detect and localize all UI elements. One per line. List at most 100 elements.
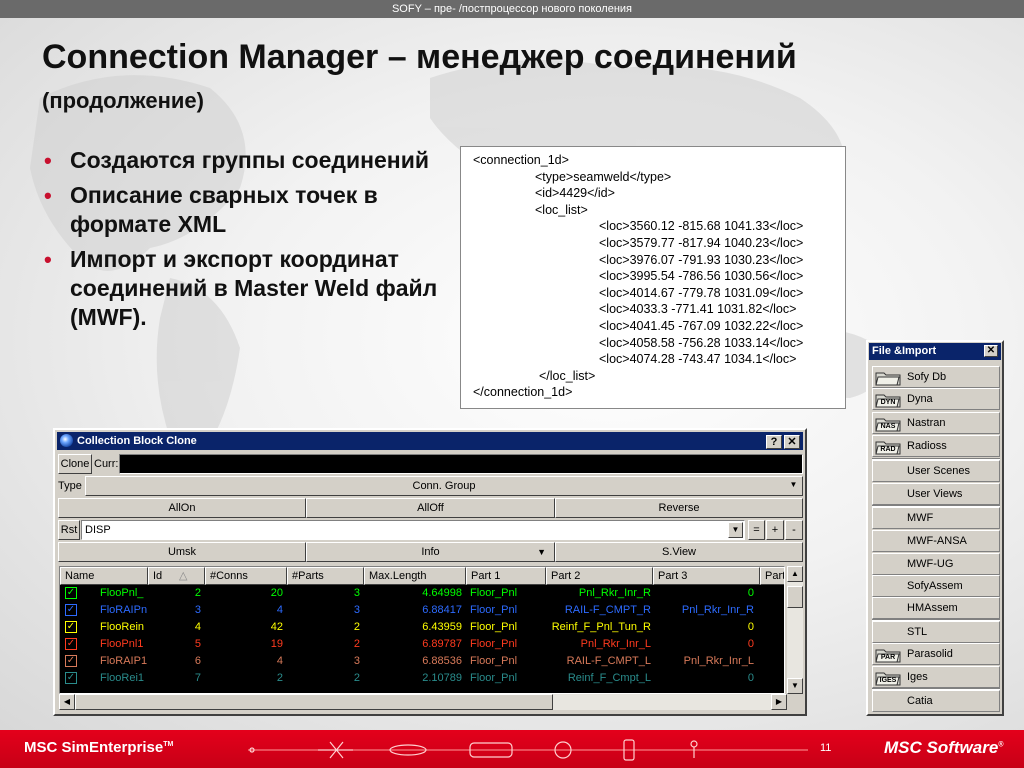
reverse-button[interactable]: Reverse (555, 498, 803, 518)
panel-item-radioss[interactable]: RAD Radioss (872, 435, 1000, 457)
row-checkbox[interactable]: ✓ (65, 587, 77, 599)
panel-item-label: Parasolid (907, 648, 953, 660)
table-row[interactable]: ✓ FloRAIP1 6 4 3 6.88536 Floor_Pnl RAIL-F_CMPT_… (60, 653, 784, 670)
column-header-conns[interactable]: #Conns (205, 567, 287, 585)
panel-item-label: HMAssem (907, 602, 958, 614)
column-header-maxlength[interactable]: Max.Length (364, 567, 466, 585)
scroll-thumb[interactable] (787, 586, 803, 608)
table-row[interactable]: ✓ FlooPnl_ 2 20 3 4.64998 Floor_Pnl Pnl_Rkr_Inr… (60, 585, 784, 602)
rst-button[interactable]: Rst (58, 520, 80, 540)
panel-divider (872, 505, 1000, 507)
panel-item-sofyassem[interactable]: SofyAssem (872, 575, 1000, 597)
column-header-name[interactable]: Name (60, 567, 148, 585)
panel-item-mwf-ug[interactable]: MWF-UG (872, 553, 1000, 575)
bullet-dot-icon: • (44, 148, 52, 173)
panel-item-label: Nastran (907, 417, 946, 429)
table-row[interactable]: ✓ FlooRein 4 42 2 6.43959 Floor_Pnl Reinf_F_Pnl… (60, 619, 784, 636)
panel-title: File &Import (872, 345, 937, 357)
folder-icon (875, 369, 901, 386)
rad-folder-icon: RAD (875, 438, 901, 455)
close-button[interactable]: ✕ (784, 435, 800, 449)
msc-software-logo: MSC Software® (884, 738, 1004, 757)
table-cell-p1: Floor_Pnl (470, 638, 518, 650)
plus-button[interactable]: + (766, 520, 784, 540)
table-cell-p1: Floor_Pnl (470, 672, 518, 684)
industry-icons-strip (248, 739, 808, 761)
column-header-part2[interactable]: Part 2 (546, 567, 653, 585)
alloff-button[interactable]: AllOff (306, 498, 555, 518)
xml-line: <loc>4074.28 -743.47 1034.1</loc> (599, 352, 797, 367)
panel-item-label: MWF (907, 512, 934, 524)
column-header-parts[interactable]: #Parts (287, 567, 364, 585)
info-dropdown[interactable]: Info ▼ (306, 542, 555, 562)
scroll-left-icon[interactable]: ◀ (59, 694, 75, 710)
table-cell-maxlen: 6.88417 (422, 604, 462, 616)
vertical-scrollbar[interactable]: ▲ ▼ (787, 566, 803, 694)
row-checkbox[interactable]: ✓ (65, 604, 77, 616)
table-cell-conns: 4 (276, 604, 283, 616)
scroll-right-icon[interactable]: ▶ (771, 694, 787, 710)
close-icon[interactable]: ✕ (984, 345, 998, 357)
column-header-part4[interactable]: Part (760, 567, 784, 585)
curr-field[interactable] (119, 454, 803, 474)
umsk-button[interactable]: Umsk (58, 542, 306, 562)
panel-item-iges[interactable]: IGES Iges (872, 666, 1000, 688)
panel-item-sofy-db[interactable]: Sofy Db (872, 366, 1000, 388)
panel-item-mwf[interactable]: MWF (872, 507, 1000, 529)
panel-item-parasolid[interactable]: PAR Parasolid (872, 643, 1000, 665)
equals-button[interactable]: = (748, 520, 765, 540)
row-checkbox[interactable]: ✓ (65, 638, 77, 650)
scroll-up-icon[interactable]: ▲ (787, 566, 803, 582)
slide-subtitle: (продолжение) (42, 88, 204, 113)
table-cell-p2: RAIL-F_CMPT_R (564, 604, 651, 616)
panel-item-label: User Scenes (907, 465, 970, 477)
panel-item-user-scenes[interactable]: User Scenes (872, 460, 1000, 482)
sview-button[interactable]: S.View (555, 542, 803, 562)
dialog-titlebar[interactable]: Collection Block Clone ? ✕ (57, 432, 803, 450)
scroll-thumb[interactable] (75, 694, 553, 710)
horizontal-scrollbar[interactable]: ◀ ▶ (59, 694, 787, 710)
bullet-list: • Создаются группы соединений • Описание с… (44, 146, 444, 338)
panel-titlebar[interactable]: File &Import ✕ (869, 343, 1001, 360)
xml-line: <id>4429</id> (535, 186, 615, 201)
xml-line: <loc>3560.12 -815.68 1041.33</loc> (599, 219, 804, 234)
panel-item-catia[interactable]: Catia (872, 690, 1000, 712)
clone-button[interactable]: Clone (58, 454, 92, 474)
table-cell-p3: 0 (747, 672, 754, 684)
allon-button[interactable]: AllOn (58, 498, 306, 518)
table-row[interactable]: ✓ FlooRei1 7 2 2 2.10789 Floor_Pnl Reinf_F_Cmpt… (60, 670, 784, 687)
table-cell-conns: 42 (270, 621, 283, 633)
rst-combo[interactable]: DISP ▼ (81, 520, 745, 540)
panel-item-stl[interactable]: STL (872, 621, 1000, 643)
column-header-id[interactable]: Id △ (148, 567, 205, 585)
minus-button[interactable]: - (785, 520, 803, 540)
panel-item-dyna[interactable]: DYN Dyna (872, 388, 1000, 410)
table-row[interactable]: ✓ FlooPnl1 5 19 2 6.89787 Floor_Pnl Pnl_Rkr_Inr… (60, 636, 784, 653)
chevron-down-icon[interactable]: ▼ (728, 522, 743, 538)
panel-item-nastran[interactable]: NAS Nastran (872, 412, 1000, 434)
scroll-down-icon[interactable]: ▼ (787, 678, 803, 694)
panel-icon-label: PAR (880, 654, 896, 661)
help-button[interactable]: ? (766, 435, 782, 449)
table-cell-parts: 2 (353, 672, 360, 684)
column-header-part3[interactable]: Part 3 (653, 567, 760, 585)
panel-item-label: SofyAssem (907, 580, 963, 592)
table-cell-id: 6 (194, 655, 201, 667)
panel-item-label: Iges (907, 671, 928, 683)
row-checkbox[interactable]: ✓ (65, 621, 77, 633)
panel-item-hmassem[interactable]: HMAssem (872, 597, 1000, 619)
row-checkbox[interactable]: ✓ (65, 655, 77, 667)
table-cell-name: FlooPnl_ (100, 587, 144, 599)
table-cell-maxlen: 6.88536 (422, 655, 462, 667)
column-header-part1[interactable]: Part 1 (466, 567, 546, 585)
row-checkbox[interactable]: ✓ (65, 672, 77, 684)
xml-code-box: <connection_1d> <type>seamweld</type> <i… (460, 146, 846, 409)
table-row[interactable]: ✓ FloRAIPn 3 4 3 6.88417 Floor_Pnl RAIL-F_CMPT_… (60, 602, 784, 619)
table-cell-conns: 20 (270, 587, 283, 599)
table-cell-name: FloRAIPn (100, 604, 148, 616)
panel-divider (872, 458, 1000, 460)
type-dropdown[interactable]: Conn. Group ▼ (85, 476, 803, 496)
table-cell-parts: 3 (353, 655, 360, 667)
panel-item-mwf-ansa[interactable]: MWF-ANSA (872, 530, 1000, 552)
panel-item-user-views[interactable]: User Views (872, 483, 1000, 505)
